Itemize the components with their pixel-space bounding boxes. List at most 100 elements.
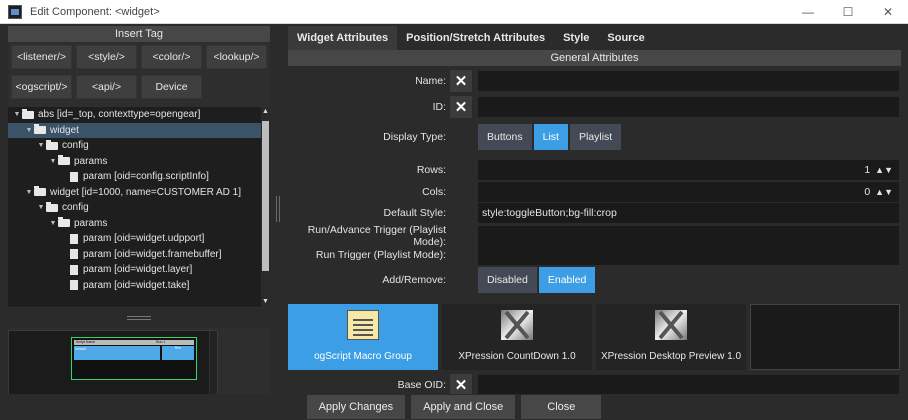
expand-caret-icon[interactable]: ▼ xyxy=(24,185,34,201)
script-note-icon xyxy=(347,310,379,340)
tree-node-label: widget [id=1000, name=CUSTOMER AD 1] xyxy=(50,186,242,198)
splitter-grip-icon[interactable] xyxy=(127,316,151,320)
run-trigger-field[interactable] xyxy=(478,245,899,265)
display-type-list[interactable]: List xyxy=(533,124,568,150)
tree-node[interactable]: param [oid=widget.layer] xyxy=(8,262,270,278)
insert-color-button[interactable]: <color/> xyxy=(141,45,202,69)
window-title: Edit Component: <widget> xyxy=(30,5,160,18)
minimize-button[interactable]: — xyxy=(788,0,828,24)
preview-col-run: Run 1 xyxy=(156,340,166,344)
tree-node-label: param [oid=widget.udpport] xyxy=(83,233,205,244)
preview-row-name: Default xyxy=(74,346,160,360)
attribute-tabs: Widget Attributes Position/Stretch Attri… xyxy=(288,26,901,50)
close-window-button[interactable]: ✕ xyxy=(868,0,908,24)
expand-caret-icon[interactable]: ▼ xyxy=(36,138,46,154)
scroll-down-icon[interactable]: ▼ xyxy=(261,297,270,307)
tree-scrollbar[interactable]: ▲ ▼ xyxy=(261,107,270,307)
tree-node[interactable]: param [oid=widget.take] xyxy=(8,278,270,294)
tree-node[interactable]: ▼ abs [id=_top, contexttype=opengear] xyxy=(8,107,270,123)
tree-node[interactable]: ▼ params xyxy=(8,154,270,170)
card-xpression-desktop-preview[interactable]: XPression Desktop Preview 1.0 xyxy=(596,304,746,370)
clear-id-button[interactable]: ✕ xyxy=(450,96,472,118)
tab-widget-attributes[interactable]: Widget Attributes xyxy=(288,26,398,50)
widget-type-cards: ogScript Macro Group XPression CountDown… xyxy=(288,304,901,370)
tree-scroll-thumb[interactable] xyxy=(262,121,269,271)
default-style-field[interactable]: style:toggleButton;bg-fill:crop xyxy=(478,203,899,223)
insert-device-button[interactable]: Device xyxy=(141,75,202,99)
insert-listener-button[interactable]: <listener/> xyxy=(11,45,72,69)
tab-source[interactable]: Source xyxy=(598,26,653,50)
tree-node-label: params xyxy=(74,217,108,229)
spinner-arrows-icon[interactable]: ▲▼ xyxy=(875,160,893,180)
rows-label: Rows: xyxy=(416,164,446,176)
tree-node[interactable]: ▼ widget xyxy=(8,122,270,139)
tree-node[interactable]: param [oid=widget.framebuffer] xyxy=(8,247,270,263)
expand-caret-icon[interactable]: ▼ xyxy=(48,216,58,232)
apply-changes-button[interactable]: Apply Changes xyxy=(306,395,406,419)
vertical-splitter-handle[interactable] xyxy=(276,196,280,222)
folder-icon xyxy=(46,201,58,212)
display-type-playlist[interactable]: Playlist xyxy=(569,124,622,150)
base-oid-field[interactable] xyxy=(478,375,899,395)
tree-node-label: param [oid=widget.framebuffer] xyxy=(83,248,222,260)
maximize-button[interactable]: ☐ xyxy=(828,0,868,24)
clear-base-oid-button[interactable]: ✕ xyxy=(450,374,472,396)
spinner-arrows-icon[interactable]: ▲▼ xyxy=(875,182,893,202)
tree-node-label: param [oid=widget.layer] xyxy=(83,264,193,275)
folder-icon xyxy=(34,186,46,197)
insert-ogscript-button[interactable]: <ogscript/> xyxy=(11,75,72,99)
cols-spinner[interactable]: 0 ▲▼ xyxy=(478,182,899,202)
id-row: ID: ✕ xyxy=(288,96,901,118)
folder-icon xyxy=(58,217,70,228)
run-trigger-row: Run Trigger (Playlist Mode): xyxy=(288,245,901,265)
left-splitter[interactable] xyxy=(8,308,270,328)
tree-node-label: param [oid=config.scriptInfo] xyxy=(83,171,209,182)
tree-node-label: config xyxy=(62,202,89,213)
display-type-selector: Buttons List Playlist xyxy=(478,124,622,150)
insert-api-button[interactable]: <api/> xyxy=(76,75,137,99)
id-field[interactable] xyxy=(478,97,899,117)
tree-node[interactable]: ▼ widget [id=1000, name=CUSTOMER AD 1] xyxy=(8,185,270,201)
tree-node[interactable]: param [oid=config.scriptInfo] xyxy=(8,169,270,185)
cols-value: 0 xyxy=(864,186,871,198)
add-remove-disabled[interactable]: Disabled xyxy=(478,267,537,293)
window-controls: — ☐ ✕ xyxy=(788,0,908,24)
document-icon xyxy=(70,280,78,291)
expand-caret-icon[interactable]: ▼ xyxy=(24,123,34,139)
run-advance-field[interactable] xyxy=(478,226,899,246)
card-ogscript-macro-group[interactable]: ogScript Macro Group xyxy=(288,304,438,370)
scroll-up-icon[interactable]: ▲ xyxy=(261,107,270,117)
tree-node[interactable]: ▼ params xyxy=(8,216,270,232)
clear-name-button[interactable]: ✕ xyxy=(450,70,472,92)
display-type-buttons[interactable]: Buttons xyxy=(478,124,532,150)
document-icon xyxy=(70,233,78,244)
component-tree[interactable]: ▼ abs [id=_top, contexttype=opengear] ▼ wid… xyxy=(8,107,270,307)
cols-label: Cols: xyxy=(422,186,446,198)
apply-and-close-button[interactable]: Apply and Close xyxy=(411,395,516,419)
tab-position-stretch[interactable]: Position/Stretch Attributes xyxy=(397,26,554,50)
tab-style[interactable]: Style xyxy=(554,26,598,50)
xpression-icon xyxy=(655,310,687,340)
preview-col-script-name: Script Name xyxy=(76,340,96,344)
expand-caret-icon[interactable]: ▼ xyxy=(12,107,22,123)
close-button[interactable]: Close xyxy=(521,395,602,419)
card-xpression-countdown[interactable]: XPression CountDown 1.0 xyxy=(442,304,592,370)
display-type-label: Display Type: xyxy=(383,131,446,143)
insert-lookup-button[interactable]: <lookup/> xyxy=(206,45,267,69)
document-icon xyxy=(70,171,78,182)
add-remove-enabled[interactable]: Enabled xyxy=(538,267,596,293)
tree-node-label: param [oid=widget.take] xyxy=(83,279,190,291)
expand-caret-icon[interactable]: ▼ xyxy=(36,200,46,216)
tree-node-label: abs [id=_top, contexttype=opengear] xyxy=(38,109,201,120)
tree-node-label: widget xyxy=(50,124,79,136)
document-icon xyxy=(70,249,78,260)
name-field[interactable] xyxy=(478,71,899,91)
tree-node[interactable]: ▼ config xyxy=(8,138,270,154)
expand-caret-icon[interactable]: ▼ xyxy=(48,154,58,170)
insert-style-button[interactable]: <style/> xyxy=(76,45,137,69)
rows-spinner[interactable]: 1 ▲▼ xyxy=(478,160,899,180)
tree-node[interactable]: param [oid=widget.udpport] xyxy=(8,231,270,247)
cols-row: Cols: 0 ▲▼ xyxy=(288,182,901,202)
folder-icon xyxy=(34,124,46,135)
tree-node[interactable]: ▼ config xyxy=(8,200,270,216)
